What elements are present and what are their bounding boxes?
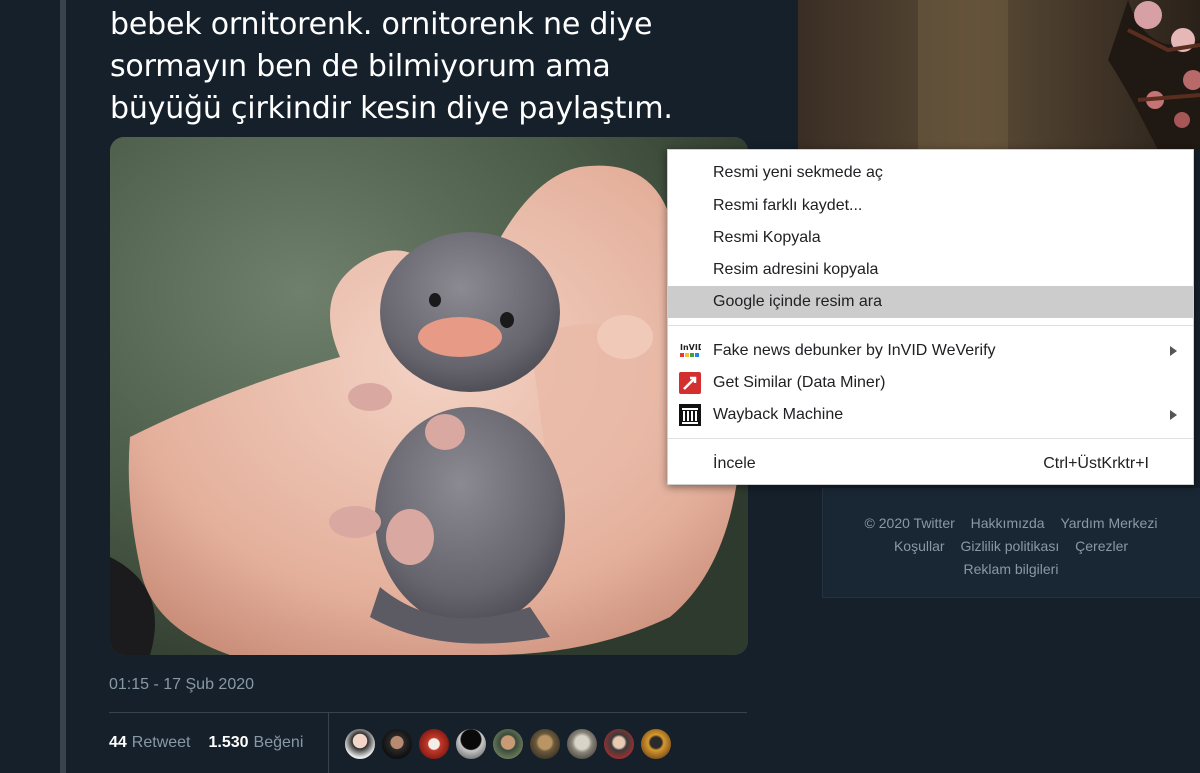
invid-icon: InVID — [679, 340, 705, 362]
menu-item-wayback-machine[interactable]: Wayback Machine — [668, 399, 1193, 431]
menu-item-label: Google içinde resim ara — [713, 293, 882, 310]
avatar[interactable] — [566, 728, 598, 760]
retweet-count[interactable]: 44 — [109, 734, 127, 752]
tweet-photo[interactable] — [110, 137, 748, 655]
footer-link[interactable]: Yardım Merkezi — [1060, 515, 1157, 531]
retweet-label[interactable]: Retweet — [132, 734, 191, 752]
menu-item-invid[interactable]: InVID Fake news debunker by InVID WeVeri… — [668, 335, 1193, 367]
menu-item-label: Wayback Machine — [713, 406, 844, 423]
tweet-text: bebek ornitorenk. ornitorenk ne diye sor… — [110, 4, 750, 130]
menu-item-label: İncele — [713, 455, 756, 472]
footer-link[interactable]: Reklam bilgileri — [964, 561, 1059, 577]
stats-divider — [328, 713, 329, 773]
avatar[interactable] — [381, 728, 413, 760]
menu-item-shortcut: Ctrl+ÜstKrktr+I — [1043, 455, 1149, 472]
menu-item-copy-image[interactable]: Resmi Kopyala — [668, 222, 1193, 254]
context-menu: Resmi yeni sekmede aç Resmi farklı kayde… — [667, 149, 1194, 485]
avatar[interactable] — [640, 728, 672, 760]
menu-item-get-similar[interactable]: Get Similar (Data Miner) — [668, 367, 1193, 399]
footer-link[interactable]: Koşullar — [894, 538, 945, 554]
menu-item-label: Fake news debunker by InVID WeVerify — [713, 342, 996, 359]
header-photo — [798, 0, 1200, 150]
footer-link[interactable]: Çerezler — [1075, 538, 1128, 554]
footer-link[interactable]: Gizlilik politikası — [960, 538, 1059, 554]
menu-separator — [668, 438, 1193, 439]
menu-item-copy-image-address[interactable]: Resim adresini kopyala — [668, 254, 1193, 286]
blossom-photo — [798, 0, 1200, 150]
menu-item-label: Resmi Kopyala — [713, 229, 821, 246]
avatar[interactable] — [455, 728, 487, 760]
tweet-text-line: büyüğü çirkindir kesin diye paylaştım. — [110, 91, 673, 126]
likers-avatars — [344, 728, 672, 760]
like-count[interactable]: 1.530 — [209, 734, 249, 752]
footer-link[interactable]: Hakkımızda — [971, 515, 1045, 531]
tweet-timestamp[interactable]: 01:15 - 17 Şub 2020 — [109, 676, 254, 694]
menu-item-search-google-image[interactable]: Google içinde resim ara — [668, 286, 1193, 318]
submenu-arrow-icon — [1170, 346, 1177, 356]
menu-item-open-image-new-tab[interactable]: Resmi yeni sekmede aç — [668, 157, 1193, 189]
avatar[interactable] — [529, 728, 561, 760]
avatar[interactable] — [492, 728, 524, 760]
left-gutter — [0, 0, 60, 773]
baby-platypus-photo — [110, 137, 748, 655]
wayback-icon — [679, 404, 701, 426]
tweet-text-line: sormayın ben de bilmiyorum ama — [110, 49, 611, 84]
submenu-arrow-icon — [1170, 410, 1177, 420]
menu-item-save-image-as[interactable]: Resmi farklı kaydet... — [668, 190, 1193, 222]
avatar[interactable] — [418, 728, 450, 760]
menu-item-inspect[interactable]: İncele Ctrl+ÜstKrktr+I — [668, 448, 1193, 480]
divider — [109, 712, 747, 713]
tweet-text-line: bebek ornitorenk. ornitorenk ne diye — [110, 7, 653, 42]
menu-item-label: Get Similar (Data Miner) — [713, 374, 886, 391]
menu-item-label: Resim adresini kopyala — [713, 261, 879, 278]
menu-separator — [668, 325, 1193, 326]
tweet-stats: 44 Retweet 1.530 Beğeni — [109, 732, 303, 754]
like-label[interactable]: Beğeni — [254, 734, 304, 752]
invid-icon-text: InVID — [680, 343, 701, 352]
footer-links: © 2020 Twitter Hakkımızda Yardım Merkezi… — [822, 512, 1200, 581]
menu-item-label: Resmi yeni sekmede aç — [713, 164, 883, 181]
footer-link[interactable]: © 2020 Twitter — [865, 515, 955, 531]
menu-item-label: Resmi farklı kaydet... — [713, 197, 863, 214]
avatar[interactable] — [344, 728, 376, 760]
data-miner-icon — [679, 372, 701, 394]
avatar[interactable] — [603, 728, 635, 760]
